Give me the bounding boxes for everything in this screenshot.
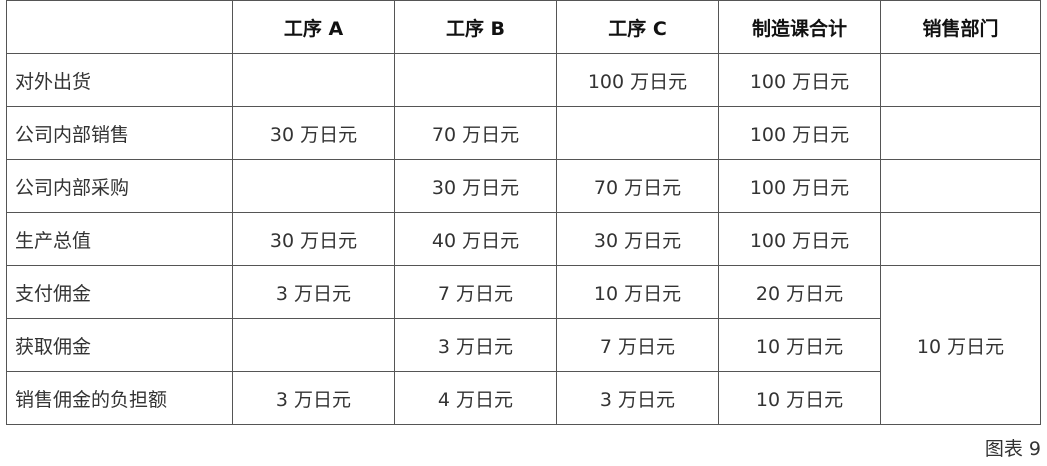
table-cell: 100 万日元 [718, 106, 881, 160]
figure-caption: 图表 9 [984, 438, 1041, 460]
table-cell: 100 万日元 [718, 212, 881, 266]
header-manufacturing-total: 制造课合计 [718, 0, 881, 54]
row-label: 公司内部销售 [6, 106, 233, 160]
header-process-b: 工序 B [394, 0, 557, 54]
header-corner-cell [6, 0, 233, 54]
table-cell [232, 318, 395, 372]
table-cell: 4 万日元 [394, 371, 557, 425]
row-label: 对外出货 [6, 53, 233, 107]
table-header-row: 工序 A 工序 B 工序 C 制造课合计 销售部门 [6, 0, 1041, 54]
table-cell: 100 万日元 [718, 159, 881, 213]
sales-cell-empty [880, 106, 1041, 160]
row-label: 生产总值 [6, 212, 233, 266]
row-label: 支付佣金 [6, 265, 233, 319]
table-cell [232, 53, 395, 107]
table-cell: 20 万日元 [718, 265, 881, 319]
table-cell: 30 万日元 [556, 212, 719, 266]
table-cell: 10 万日元 [556, 265, 719, 319]
header-process-a: 工序 A [232, 0, 395, 54]
sales-cell-empty [880, 159, 1041, 213]
header-process-c: 工序 C [556, 0, 719, 54]
table-cell: 3 万日元 [556, 371, 719, 425]
sales-merged-cell: 10 万日元 [880, 265, 1041, 425]
table-cell: 3 万日元 [232, 371, 395, 425]
header-sales-department: 销售部门 [880, 0, 1041, 54]
table-row: 公司内部销售 30 万日元 70 万日元 100 万日元 [6, 106, 1041, 160]
commission-table-container: 工序 A 工序 B 工序 C 制造课合计 销售部门 对外出货 100 万日元 1… [6, 0, 1041, 425]
row-label: 公司内部采购 [6, 159, 233, 213]
table-cell: 100 万日元 [718, 53, 881, 107]
table-cell [394, 53, 557, 107]
table-cell: 70 万日元 [556, 159, 719, 213]
table-cell [232, 159, 395, 213]
table-cell: 30 万日元 [232, 106, 395, 160]
table-row: 公司内部采购 30 万日元 70 万日元 100 万日元 [6, 159, 1041, 213]
table-cell: 30 万日元 [232, 212, 395, 266]
table-row: 对外出货 100 万日元 100 万日元 [6, 53, 1041, 107]
table-cell: 100 万日元 [556, 53, 719, 107]
commission-table: 工序 A 工序 B 工序 C 制造课合计 销售部门 对外出货 100 万日元 1… [6, 0, 1041, 425]
table-row: 支付佣金 3 万日元 7 万日元 10 万日元 20 万日元 10 万日元 [6, 265, 1041, 425]
table-cell [556, 106, 719, 160]
table-cell: 70 万日元 [394, 106, 557, 160]
table-cell: 40 万日元 [394, 212, 557, 266]
table-cell: 3 万日元 [394, 318, 557, 372]
table-cell: 3 万日元 [232, 265, 395, 319]
table-row: 生产总值 30 万日元 40 万日元 30 万日元 100 万日元 [6, 212, 1041, 266]
sales-cell-empty [880, 212, 1041, 266]
table-cell: 30 万日元 [394, 159, 557, 213]
table-cell: 7 万日元 [394, 265, 557, 319]
sales-cell-empty [880, 53, 1041, 107]
table-cell: 7 万日元 [556, 318, 719, 372]
row-label: 销售佣金的负担额 [6, 371, 233, 425]
table-cell: 10 万日元 [718, 318, 881, 372]
table-cell: 10 万日元 [718, 371, 881, 425]
row-label: 获取佣金 [6, 318, 233, 372]
